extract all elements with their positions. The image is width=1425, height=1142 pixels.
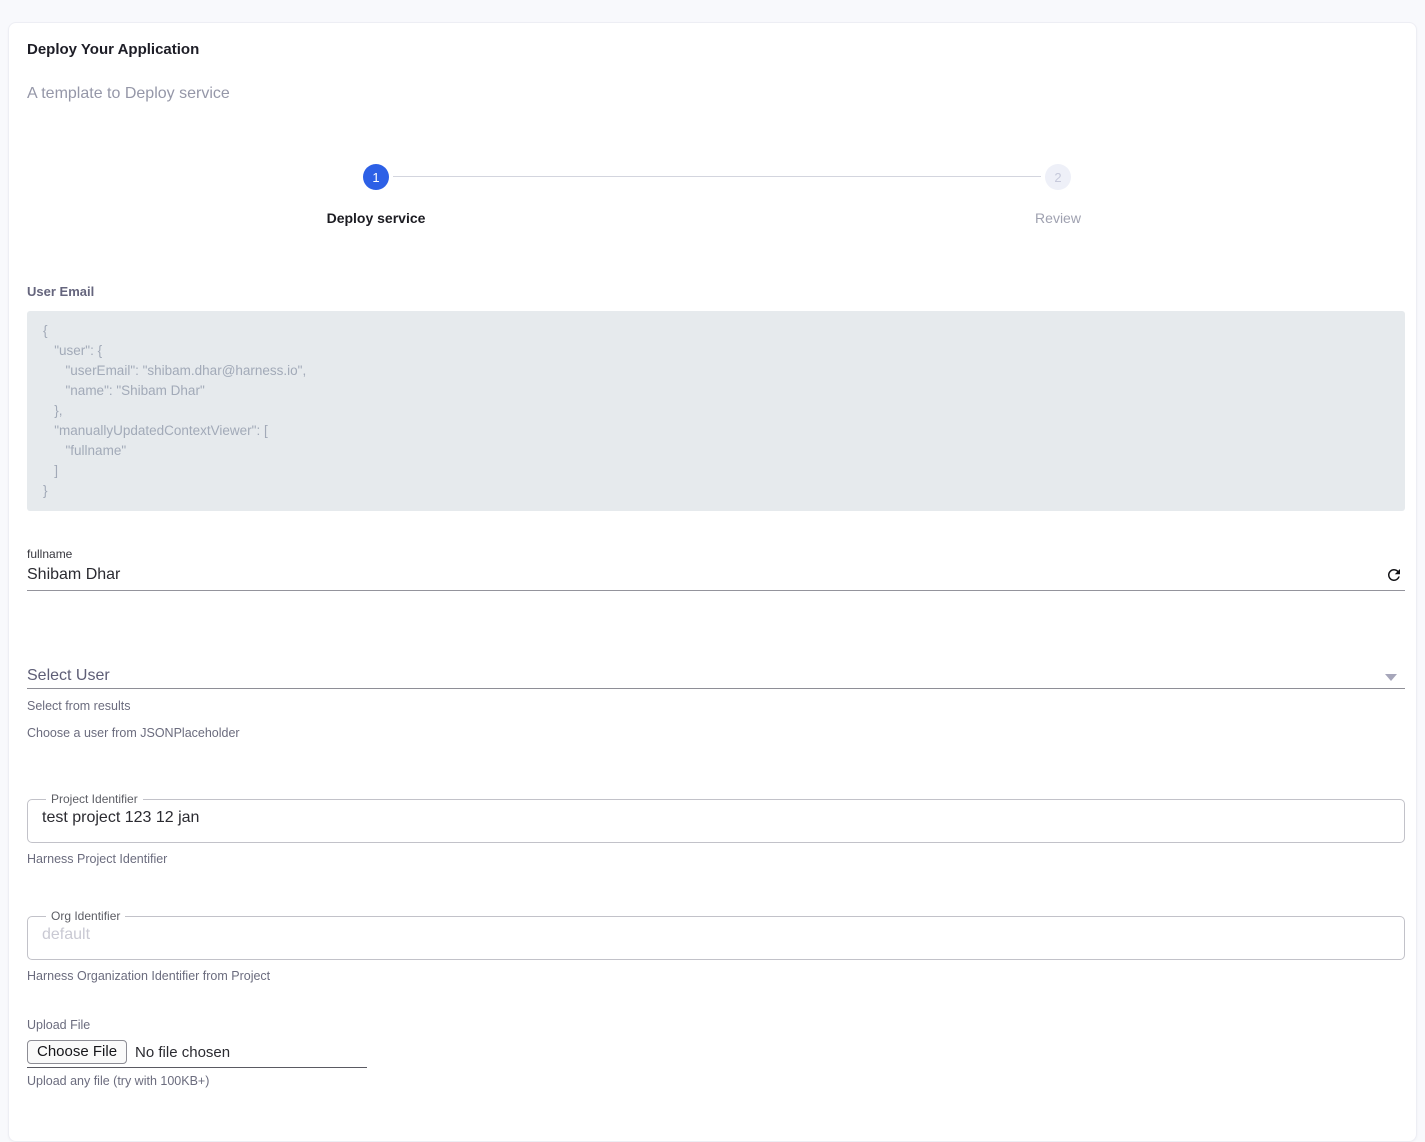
org-identifier-input[interactable]	[40, 923, 1392, 951]
form-card: Deploy Your Application A template to De…	[8, 22, 1417, 1142]
fullname-label: fullname	[27, 547, 1405, 561]
chevron-down-icon	[1385, 674, 1397, 681]
page-title: Deploy Your Application	[27, 41, 1405, 59]
org-identifier-field: Org Identifier	[27, 910, 1405, 960]
user-email-label: User Email	[27, 284, 1405, 300]
select-user-dropdown[interactable]: Select User	[27, 666, 1405, 689]
project-identifier-field: Project Identifier	[27, 793, 1405, 843]
fullname-field-group: fullname	[27, 547, 1405, 591]
project-identifier-helper: Harness Project Identifier	[27, 852, 1405, 866]
step-1-label: Deploy service	[327, 208, 426, 228]
upload-file-label: Upload File	[27, 1018, 1405, 1032]
project-identifier-label: Project Identifier	[46, 793, 143, 806]
page-subtitle: A template to Deploy service	[27, 84, 1405, 104]
file-chosen-status: No file chosen	[135, 1044, 230, 1061]
org-identifier-label: Org Identifier	[46, 910, 125, 923]
select-user-value: Select User	[27, 666, 1405, 686]
user-email-json: { "user": { "userEmail": "shibam.dhar@ha…	[43, 321, 1389, 501]
select-user-helper: Select from results	[27, 699, 1405, 713]
stepper-connector	[393, 176, 1041, 177]
project-identifier-input[interactable]	[40, 806, 1392, 834]
refresh-icon[interactable]	[1385, 566, 1403, 584]
step-2-label: Review	[1035, 208, 1081, 228]
select-user-description: Choose a user from JSONPlaceholder	[27, 726, 1405, 740]
step-2-circle[interactable]: 2	[1045, 164, 1071, 190]
choose-file-button[interactable]: Choose File	[27, 1040, 127, 1064]
fullname-input[interactable]	[27, 565, 1375, 585]
step-1-circle[interactable]: 1	[363, 164, 389, 190]
user-email-code-viewer: { "user": { "userEmail": "shibam.dhar@ha…	[27, 311, 1405, 511]
upload-file-helper: Upload any file (try with 100KB+)	[27, 1074, 1405, 1088]
org-identifier-helper: Harness Organization Identifier from Pro…	[27, 969, 1405, 983]
stepper: 1 2 Deploy service Review	[27, 164, 1405, 228]
file-input: Choose File No file chosen	[27, 1040, 367, 1068]
